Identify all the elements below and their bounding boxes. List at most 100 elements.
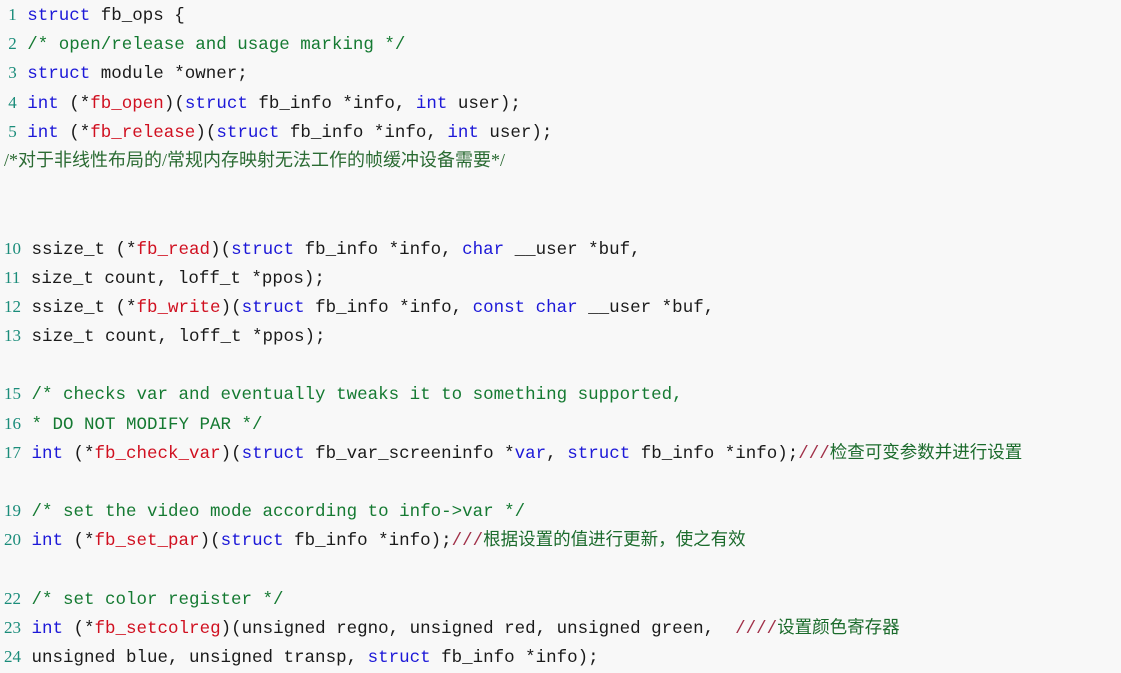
code-token-plain: fb_info *info, [294,239,463,260]
code-line: 19 /* set the video mode according to in… [0,496,1121,525]
code-token-plain: __user *buf, [577,297,715,318]
code-token-plain: fb_info *info); [630,443,799,464]
code-token-kw: struct [27,6,91,26]
code-token-plain: __user *buf, [504,239,641,260]
code-line: 24 unsigned blue, unsigned transp, struc… [0,642,1121,671]
code-token-plain: fb_info *info, [304,297,473,318]
gutter-space [21,590,32,610]
gutter-space [20,269,31,289]
code-line: 11 size_t count, loff_t *ppos); [0,263,1121,292]
code-token-fn: fb_setcolreg [94,618,221,639]
code-token-kw: int [27,93,59,114]
code-line: 1 struct fb_ops { [0,0,1121,29]
code-token-plain: )(unsigned regno, unsigned red, unsigned… [220,618,736,639]
code-token-plain: )( [195,122,217,143]
code-token-cmtmark: /// [451,531,484,552]
gutter-space [21,531,32,551]
code-token-cmt: * DO NOT MODIFY PAR */ [31,414,263,435]
code-line: 12 ssize_t (*fb_write)(struct fb_info *i… [0,292,1121,321]
code-token-cmt: /* set color register */ [31,589,284,610]
code-token-plain: size_t count, loff_t *ppos); [31,327,326,348]
code-token-fn: fb_set_par [94,531,200,552]
code-line: 4 int (*fb_open)(struct fb_info *info, i… [0,88,1121,117]
code-line: 16 * DO NOT MODIFY PAR */ [0,409,1121,438]
code-token-cmtmark: //// [735,618,778,639]
line-number: 5 [4,121,17,141]
code-token-fn: fb_write [136,297,221,318]
code-token-kw: struct [241,297,305,318]
line-number: 11 [4,267,21,287]
code-token-plain: fb_var_screeninfo * [304,443,515,464]
code-token-cn: 根据设置的值进行更新，使之有效 [483,529,746,550]
gutter-space [17,64,28,84]
code-token-kw: struct [367,648,431,669]
code-token-plain: ssize_t (* [31,239,137,260]
gutter-space [17,123,28,143]
gutter-space [17,94,28,114]
code-token-kw: int [31,443,64,464]
code-line: 10 ssize_t (*fb_read)(struct fb_info *in… [0,234,1121,263]
gutter-space [21,327,32,347]
code-token-kw: struct [220,531,284,552]
code-token-kw: char [462,239,505,260]
code-token-plain: , [546,443,568,464]
code-token-kw: int [415,93,448,114]
gutter-space [17,35,28,55]
code-token-plain: unsigned blue, unsigned transp, [31,648,368,669]
code-token-kw: char [535,297,578,318]
code-token-kw: int [27,122,59,143]
line-number: 2 [4,34,17,54]
code-line: 2 /* open/release and usage marking */ [0,29,1121,58]
code-token-fn: fb_check_var [94,443,221,464]
code-listing: 1 struct fb_ops { 2 /* open/release and … [0,0,1121,673]
line-number: 19 [4,501,21,521]
code-line: 3 struct module *owner; [0,58,1121,87]
code-token-plain: (* [63,618,95,639]
code-token-kw: int [31,618,64,639]
code-token-kw: int [31,531,64,552]
code-token-plain: )( [220,297,242,318]
code-line: 23 int (*fb_setcolreg)(unsigned regno, u… [0,613,1121,642]
code-token-cn: 检查可变参数并进行设置 [829,441,1023,462]
code-token-kw: struct [231,239,295,260]
gutter-space [21,385,32,405]
line-number: 22 [4,588,21,608]
code-token-plain: module *owner; [90,64,248,85]
code-token-cmt: /* set the video mode according to info-… [31,502,526,523]
line-number: 15 [4,384,21,404]
code-token-kw: const [472,297,526,318]
code-token-plain: (* [63,531,95,552]
code-line: 22 /* set color register */ [0,584,1121,613]
gutter-space [21,444,32,464]
code-token-plain: fb_info *info, [279,122,448,143]
code-token-plain: )( [210,239,232,260]
code-token-plain: )( [199,531,221,552]
gutter-space [17,6,28,26]
gutter-space [21,648,32,668]
line-number: 3 [4,63,17,83]
code-token-plain: fb_info *info, [247,93,416,114]
code-token-plain: (* [58,93,91,114]
code-token-cmtmark: /// [798,443,830,464]
code-token-fn: fb_release [90,122,196,143]
code-token-fn: fb_open [90,93,164,114]
code-token-kw: struct [216,122,280,143]
code-token-fn: fb_read [136,239,211,260]
code-token-kw: struct [241,443,305,464]
code-token-plain: (* [63,443,95,464]
code-token-cmt: /* open/release and usage marking */ [27,35,406,56]
code-line: 13 size_t count, loff_t *ppos); [0,321,1121,350]
line-number: 13 [4,326,21,346]
code-token-plain: (* [58,122,91,143]
code-token-plain: fb_info *info); [430,648,599,669]
gutter-space [21,502,32,522]
code-token-plain: )( [163,93,185,114]
line-number: 1 [4,5,17,24]
line-number: 20 [4,530,21,550]
